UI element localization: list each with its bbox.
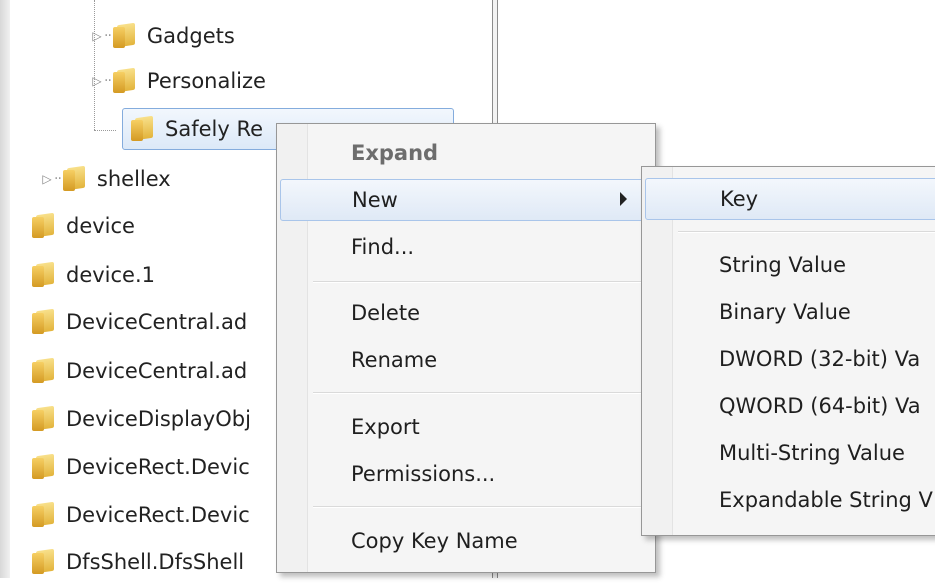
tree-item-label: DfsShell.DfsShell xyxy=(66,550,245,574)
folder-icon xyxy=(32,503,58,527)
submenu-separator xyxy=(678,231,935,233)
tree-dots: ·· xyxy=(104,28,112,44)
context-menu: Expand New Find... Delete Rename Export … xyxy=(276,123,656,573)
menu-item-label: Expand xyxy=(351,141,439,165)
expand-arrow-icon[interactable]: ▷ xyxy=(90,74,104,88)
menu-item-label: Rename xyxy=(351,348,438,372)
tree-item-label: device xyxy=(66,214,135,238)
submenu-item-label: Expandable String V xyxy=(719,488,933,512)
folder-icon xyxy=(32,550,58,574)
menu-item-export[interactable]: Export xyxy=(280,406,652,448)
folder-icon xyxy=(32,214,58,238)
tree-item-devicedisplayobj[interactable]: DeviceDisplayObj xyxy=(32,397,251,441)
tree-item-label: DeviceCentral.ad xyxy=(66,359,248,383)
submenu-item-label: DWORD (32-bit) Va xyxy=(719,347,921,371)
menu-item-label: Permissions... xyxy=(351,462,496,486)
expand-arrow-icon[interactable]: ▷ xyxy=(90,29,104,43)
tree-item-label: shellex xyxy=(96,167,171,191)
submenu-item-label: Binary Value xyxy=(719,300,851,324)
menu-separator xyxy=(313,392,647,394)
tree-item-label: Personalize xyxy=(146,69,266,93)
menu-separator xyxy=(313,506,647,508)
menu-item-expand[interactable]: Expand xyxy=(280,132,652,174)
expand-arrow-icon[interactable]: ▷ xyxy=(40,172,54,186)
tree-item-devicerect-2[interactable]: DeviceRect.Devic xyxy=(32,493,250,537)
submenu-item-label: Multi-String Value xyxy=(719,441,905,465)
submenu-item-label: String Value xyxy=(719,253,847,277)
folder-icon xyxy=(62,167,89,191)
menu-item-delete[interactable]: Delete xyxy=(280,292,652,334)
folder-icon xyxy=(32,310,58,334)
tree-item-shellex[interactable]: ▷ ·· shellex xyxy=(40,157,171,201)
folder-icon xyxy=(32,263,58,287)
folder-icon xyxy=(112,69,139,93)
menu-item-find[interactable]: Find... xyxy=(280,226,652,268)
submenu-item-multi-string-value[interactable]: Multi-String Value xyxy=(645,432,935,474)
menu-item-label: Find... xyxy=(351,235,415,259)
tree-item-gadgets[interactable]: ▷ ·· Gadgets xyxy=(90,14,235,58)
menu-item-permissions[interactable]: Permissions... xyxy=(280,453,652,495)
new-submenu: Key String Value Binary Value DWORD (32-… xyxy=(641,166,935,536)
tree-item-devicerect-1[interactable]: DeviceRect.Devic xyxy=(32,445,250,489)
tree-item-devicecentral-1[interactable]: DeviceCentral.ad xyxy=(32,300,247,344)
tree-item-personalize[interactable]: ▷ ·· Personalize xyxy=(90,59,266,103)
folder-icon xyxy=(131,117,157,141)
folder-icon xyxy=(32,407,58,431)
menu-item-label: Copy Key Name xyxy=(351,529,518,553)
tree-dots: ·· xyxy=(104,73,112,89)
submenu-item-expandable-string-value[interactable]: Expandable String V xyxy=(645,479,935,521)
tree-item-device[interactable]: device xyxy=(32,204,135,248)
folder-icon xyxy=(32,359,58,383)
submenu-item-binary-value[interactable]: Binary Value xyxy=(645,291,935,333)
tree-item-label: device.1 xyxy=(66,263,156,287)
submenu-item-label: Key xyxy=(720,187,759,211)
submenu-item-dword-value[interactable]: DWORD (32-bit) Va xyxy=(645,338,935,380)
menu-item-label: Export xyxy=(351,415,420,439)
tree-item-dfsshell[interactable]: DfsShell.DfsShell xyxy=(32,540,244,584)
tree-item-label: DeviceCentral.ad xyxy=(66,310,248,334)
submenu-item-qword-value[interactable]: QWORD (64-bit) Va xyxy=(645,385,935,427)
folder-icon xyxy=(112,24,139,48)
tree-item-label: Safely Re xyxy=(165,117,264,141)
submenu-item-label: QWORD (64-bit) Va xyxy=(719,394,921,418)
submenu-item-key[interactable]: Key xyxy=(645,178,935,220)
tree-left-edge xyxy=(0,0,10,578)
tree-item-label: DeviceRect.Devic xyxy=(66,455,250,479)
tree-item-label: DeviceDisplayObj xyxy=(66,407,251,431)
submenu-item-string-value[interactable]: String Value xyxy=(645,244,935,286)
tree-item-devicecentral-2[interactable]: DeviceCentral.ad xyxy=(32,349,247,393)
menu-item-new[interactable]: New xyxy=(280,179,652,221)
menu-item-label: New xyxy=(352,188,398,212)
menu-item-copy-key-name[interactable]: Copy Key Name xyxy=(280,520,652,562)
menu-separator xyxy=(313,281,647,283)
tree-dots: ·· xyxy=(54,171,62,187)
folder-icon xyxy=(32,455,58,479)
tree-item-label: Gadgets xyxy=(146,24,235,48)
menu-item-rename[interactable]: Rename xyxy=(280,339,652,381)
tree-item-label: DeviceRect.Devic xyxy=(66,503,250,527)
tree-connector xyxy=(94,130,116,131)
menu-item-label: Delete xyxy=(351,301,420,325)
tree-item-device-1[interactable]: device.1 xyxy=(32,253,155,297)
submenu-arrow-icon xyxy=(620,192,627,206)
